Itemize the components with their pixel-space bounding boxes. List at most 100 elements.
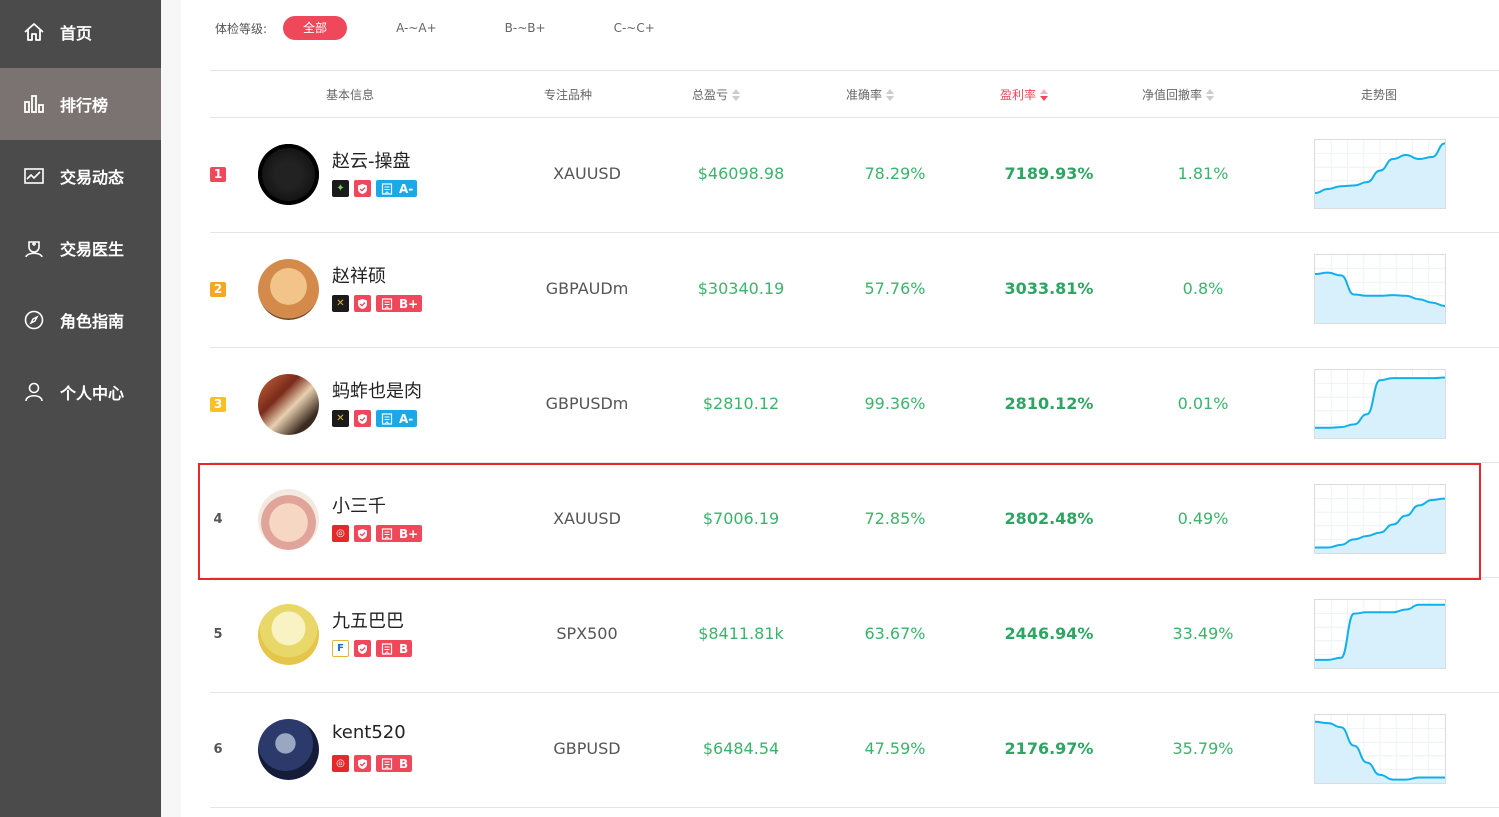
trader-name[interactable]: 九五巴巴 (332, 607, 404, 633)
header-drawdown[interactable]: 净值回撤率 (1142, 86, 1215, 103)
grade-badge: A- (376, 410, 418, 427)
trend-sparkline[interactable] (1314, 139, 1446, 209)
grade-label: A- (396, 411, 417, 426)
yield-cell: 3033.81% (1004, 279, 1094, 298)
drawdown-cell: 33.49% (1172, 624, 1234, 643)
yield-cell: 2176.97% (1004, 739, 1094, 758)
health-report-icon (377, 411, 396, 426)
badge-group: ◎ B (332, 755, 413, 772)
avatar[interactable] (258, 719, 319, 780)
filter-option-all[interactable]: 全部 (283, 16, 348, 40)
trader-name[interactable]: 赵云-操盘 (332, 147, 411, 173)
filter-option-c[interactable]: C-~C+ (595, 16, 674, 40)
symbol-cell: GBPUSD (553, 739, 621, 758)
trader-name[interactable]: kent520 (332, 722, 406, 743)
profit-cell: $2810.12 (702, 394, 780, 413)
sidebar-item-label: 交易动态 (60, 168, 125, 187)
sidebar-item-label: 个人中心 (60, 384, 125, 403)
accuracy-cell: 99.36% (864, 394, 926, 413)
header-symbol: 专注品种 (544, 88, 593, 102)
header-trend: 走势图 (1361, 88, 1398, 102)
grade-badge: A- (376, 180, 418, 197)
trader-name[interactable]: 赵祥硕 (332, 262, 386, 288)
table-row[interactable]: 1 赵云-操盘 ✦ A- XAUUSD $46098.98 78.29% 718… (210, 117, 1499, 232)
verified-shield-icon (354, 180, 371, 197)
trend-sparkline[interactable] (1314, 369, 1446, 439)
filter-option-b[interactable]: B-~B+ (486, 16, 565, 40)
sidebar-item-label: 交易医生 (60, 240, 125, 259)
avatar[interactable] (258, 144, 319, 205)
grade-badge: B+ (376, 295, 423, 312)
accuracy-cell: 63.67% (864, 624, 926, 643)
sort-icon (732, 88, 741, 101)
grade-filter-label: 体检等级: (215, 21, 268, 36)
symbol-cell: XAUUSD (553, 164, 621, 183)
header-total-profit[interactable]: 总盈亏 (692, 86, 741, 103)
verified-shield-icon (354, 755, 371, 772)
broker-green-icon: ✦ (332, 180, 349, 197)
table-row[interactable]: 3 蚂蚱也是肉 ✕ A- GBPUSDm $2810.12 99.36% 281… (210, 347, 1499, 462)
trend-sparkline[interactable] (1314, 254, 1446, 324)
sidebar-item-label: 排行榜 (60, 96, 109, 115)
sparkline-area (1315, 377, 1445, 438)
sidebar-item-personal-center[interactable]: 个人中心 (0, 356, 161, 428)
symbol-cell: GBPUSDm (545, 394, 629, 413)
grade-label: A- (396, 181, 417, 196)
header-accuracy[interactable]: 准确率 (846, 86, 895, 103)
sidebar-item-label: 首页 (60, 24, 93, 43)
divider (210, 70, 1499, 71)
home-icon (22, 20, 46, 44)
symbol-cell: SPX500 (556, 624, 618, 643)
avatar[interactable] (258, 374, 319, 435)
sidebar-item-ranking[interactable]: 排行榜 (0, 68, 161, 140)
health-report-icon (377, 641, 396, 656)
drawdown-cell: 35.79% (1172, 739, 1234, 758)
grade-label: B (396, 641, 412, 656)
sidebar-item-trade-activity[interactable]: 交易动态 (0, 140, 161, 212)
doctor-icon (22, 236, 46, 260)
drawdown-cell: 0.01% (1177, 394, 1229, 413)
yield-cell: 2810.12% (1004, 394, 1094, 413)
sidebar-item-role-guide[interactable]: 角色指南 (0, 284, 161, 356)
badge-group: ✕ B+ (332, 295, 423, 312)
grade-badge: B (376, 755, 413, 772)
sidebar: 首页 排行榜 交易动态 交易医生 角色指南 个人中心 (0, 0, 161, 817)
header-yield[interactable]: 盈利率 (1000, 86, 1049, 103)
grade-label: B (396, 756, 412, 771)
table-row[interactable]: 5 九五巴巴 F B SPX500 $8411.81k 63.67% 2446.… (210, 577, 1499, 692)
profit-cell: $30340.19 (697, 279, 785, 298)
profit-cell: $8411.81k (698, 624, 784, 643)
verified-shield-icon (354, 640, 371, 657)
trend-sparkline[interactable] (1314, 714, 1446, 784)
symbol-cell: GBPAUDm (545, 279, 629, 298)
sidebar-item-trade-doctor[interactable]: 交易医生 (0, 212, 161, 284)
health-report-icon (377, 296, 396, 311)
table-row[interactable]: 6 kent520 ◎ B GBPUSD $6484.54 47.59% 217… (210, 692, 1499, 807)
broker-red-icon: ◎ (332, 755, 349, 772)
sidebar-item-home[interactable]: 首页 (0, 0, 161, 68)
accuracy-cell: 78.29% (864, 164, 926, 183)
user-icon (22, 380, 46, 404)
avatar[interactable] (258, 259, 319, 320)
filter-option-a[interactable]: A-~A+ (377, 16, 456, 40)
trader-name[interactable]: 蚂蚱也是肉 (332, 377, 422, 403)
drawdown-cell: 0.8% (1182, 279, 1224, 298)
sort-icon (886, 88, 895, 101)
header-basic-info: 基本信息 (326, 88, 375, 102)
rank-badge: 5 (213, 627, 223, 642)
highlight-box (198, 463, 1481, 580)
profit-cell: $46098.98 (697, 164, 785, 183)
broker-f-icon: F (332, 640, 349, 657)
verified-shield-icon (354, 410, 371, 427)
rank-badge: 6 (213, 742, 223, 757)
rank-badge: 1 (210, 167, 226, 182)
rank-badge: 2 (210, 282, 226, 297)
table-row[interactable]: 2 赵祥硕 ✕ B+ GBPAUDm $30340.19 57.76% 3033… (210, 232, 1499, 347)
accuracy-cell: 47.59% (864, 739, 926, 758)
ranking-panel: 体检等级: 全部 A-~A+ B-~B+ C-~C+ 基本信息 专注品种 总盈亏… (181, 0, 1499, 817)
trend-sparkline[interactable] (1314, 599, 1446, 669)
sort-desc-icon (1040, 88, 1049, 101)
health-report-icon (377, 181, 396, 196)
yield-cell: 7189.93% (1004, 164, 1094, 183)
avatar[interactable] (258, 604, 319, 665)
